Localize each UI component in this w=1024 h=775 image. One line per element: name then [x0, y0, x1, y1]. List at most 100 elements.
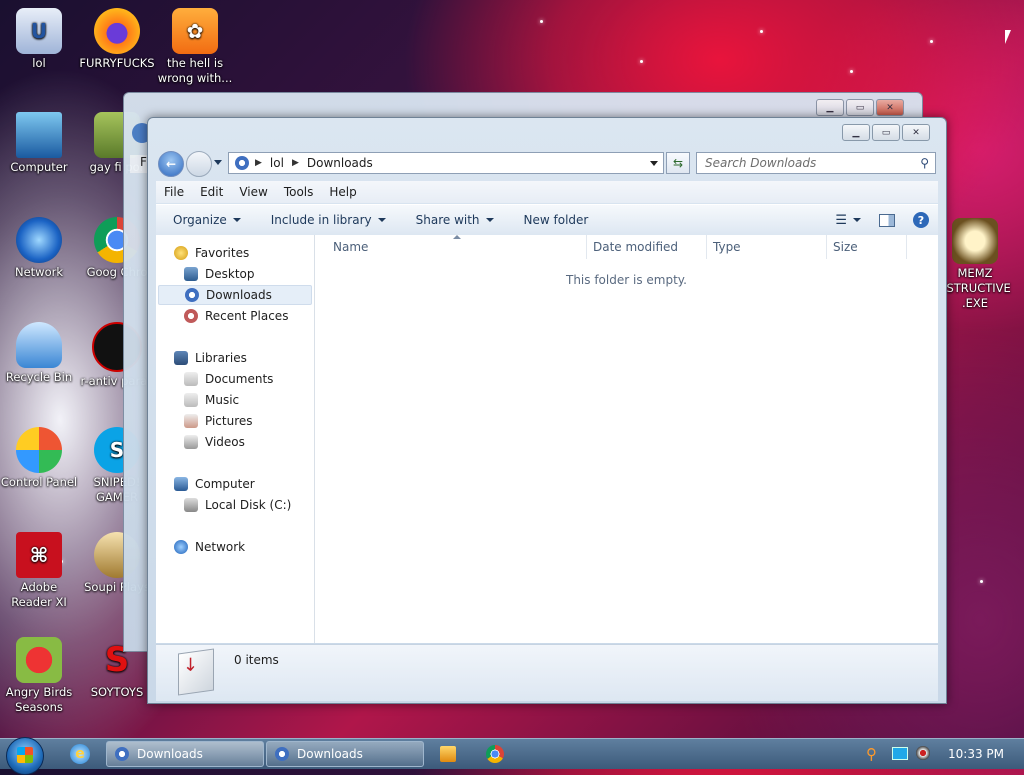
desktop-icon-angry-birds[interactable]: Angry Birds Seasons — [0, 637, 78, 715]
menu-help[interactable]: Help — [321, 185, 364, 199]
new-folder-label: New folder — [523, 213, 589, 227]
downloads-icon — [115, 747, 129, 761]
media-player-icon[interactable] — [440, 746, 456, 762]
start-button[interactable] — [6, 737, 44, 775]
search-input[interactable]: Search Downloads ⚲ — [696, 152, 936, 174]
view-list-icon: ☰ — [835, 212, 847, 228]
organize-button[interactable]: Organize — [164, 213, 250, 227]
help-button[interactable]: ? — [904, 212, 938, 228]
desktop-icon-label: SOYTOYS — [90, 685, 144, 699]
search-placeholder: Search Downloads — [705, 156, 817, 170]
menu-file[interactable]: File — [156, 185, 192, 199]
breadcrumb-downloads[interactable]: Downloads — [307, 156, 373, 170]
nav-label: Downloads — [206, 288, 272, 302]
network-icon — [174, 540, 188, 554]
taskbar-button-downloads-2[interactable]: Downloads — [266, 741, 424, 767]
search-icon[interactable]: ⚲ — [920, 156, 929, 170]
nav-computer[interactable]: Computer — [174, 474, 328, 494]
close-button[interactable]: ✕ — [902, 124, 930, 141]
desktop-icon-recycle-bin[interactable]: Recycle Bin — [0, 322, 78, 385]
music-icon — [184, 393, 198, 407]
taskbar-button-label: Downloads — [137, 747, 203, 761]
column-header-name[interactable]: Name — [315, 235, 587, 259]
refresh-icon: ⇆ — [672, 156, 684, 170]
forward-button[interactable] — [186, 151, 212, 177]
nav-libraries[interactable]: Libraries — [174, 348, 328, 368]
explorer-window[interactable]: ▁ ▭ ✕ ← ▶ lol ▶ Downloads ⇆ Search Downl… — [147, 117, 947, 704]
desktop-icon-label: Computer — [10, 160, 68, 174]
desktop-icon-label: the hell is wrong with... — [157, 56, 233, 85]
maximize-icon[interactable]: ▭ — [846, 99, 874, 116]
menu-view[interactable]: View — [231, 185, 275, 199]
preview-pane-button[interactable] — [870, 213, 904, 227]
address-bar[interactable]: ▶ lol ▶ Downloads — [228, 152, 664, 174]
column-label: Type — [713, 240, 741, 254]
mouse-cursor-icon — [1005, 30, 1011, 44]
antivirus-tray-icon[interactable] — [916, 746, 930, 760]
desktop-icon-lol[interactable]: U lol — [0, 8, 78, 71]
control-panel-icon — [16, 427, 62, 473]
menu-bar: File Edit View Tools Help — [156, 181, 938, 203]
details-pane: ↓ 0 items — [156, 644, 938, 701]
wallpaper-star — [930, 40, 933, 43]
squirrel-icon: ✿ — [172, 8, 218, 54]
taskbar-button-downloads-1[interactable]: Downloads — [106, 741, 264, 767]
chevron-down-icon — [377, 218, 386, 222]
desktop-icon-furryfucks[interactable]: FURRYFUCKS — [78, 8, 156, 71]
pdf-icon: ⌘ — [16, 532, 62, 578]
nav-label: Documents — [205, 372, 274, 386]
back-button[interactable]: ← — [158, 151, 184, 177]
nav-favorites[interactable]: Favorites — [174, 243, 328, 263]
close-icon[interactable]: ✕ — [876, 99, 904, 116]
column-header-size[interactable]: Size — [827, 235, 907, 259]
desktop-icon-adobe-reader[interactable]: ⌘ Adobe Reader XI — [0, 532, 78, 610]
search-tray-icon[interactable]: ⚲ — [866, 745, 877, 763]
new-folder-button[interactable]: New folder — [515, 213, 598, 227]
chevron-down-icon — [485, 218, 494, 222]
desktop-icon-network[interactable]: Network — [0, 217, 78, 280]
angry-birds-icon — [16, 637, 62, 683]
videos-icon — [184, 435, 198, 449]
breadcrumb-separator-icon: ▶ — [255, 158, 262, 168]
menu-tools[interactable]: Tools — [276, 185, 322, 199]
file-list[interactable]: Name Date modified Type Size This folder… — [315, 235, 938, 643]
nav-downloads[interactable]: Downloads — [158, 285, 312, 305]
address-dropdown-icon[interactable] — [650, 160, 658, 166]
column-header-date-modified[interactable]: Date modified — [587, 235, 707, 259]
desktop-icon-control-panel[interactable]: Control Panel — [0, 427, 78, 490]
menu-edit[interactable]: Edit — [192, 185, 231, 199]
desktop-icon-computer[interactable]: Computer — [0, 112, 78, 175]
change-view-button[interactable]: ☰ — [826, 213, 870, 228]
nav-network[interactable]: Network — [174, 537, 328, 557]
recycle-bag-icon: U — [16, 8, 62, 54]
downloads-icon — [185, 288, 199, 302]
down-arrow-icon: ↓ — [183, 653, 199, 677]
chrome-icon[interactable] — [486, 745, 504, 763]
nav-label: Pictures — [205, 414, 253, 428]
breadcrumb-lol[interactable]: lol — [270, 156, 284, 170]
minimize-icon[interactable]: ▁ — [816, 99, 844, 116]
refresh-button[interactable]: ⇆ — [666, 152, 690, 174]
minimize-button[interactable]: ▁ — [842, 124, 870, 141]
desktop-icon-memz[interactable]: MEMZ ESTRUCTIVE .EXE — [936, 218, 1014, 311]
wallpaper-star — [760, 30, 763, 33]
share-with-button[interactable]: Share with — [407, 213, 503, 227]
caption-buttons: ▁ ▭ ✕ — [842, 124, 930, 141]
recent-pages-dropdown-icon[interactable] — [214, 160, 222, 165]
taskbar-button-label: Downloads — [297, 747, 363, 761]
internet-explorer-icon[interactable]: e — [70, 744, 90, 764]
nav-label: Music — [205, 393, 240, 407]
column-label: Date modified — [593, 240, 679, 254]
hard-drive-icon — [184, 498, 198, 512]
chevron-down-icon — [232, 218, 241, 222]
nav-label: Desktop — [205, 267, 255, 281]
clock[interactable]: 10:33 PM — [948, 747, 1004, 761]
desktop-icon-label: lol — [32, 56, 46, 70]
column-header-type[interactable]: Type — [707, 235, 827, 259]
display-tray-icon[interactable] — [892, 747, 908, 760]
include-in-library-button[interactable]: Include in library — [262, 213, 395, 227]
maximize-button[interactable]: ▭ — [872, 124, 900, 141]
desktop-icon-uc-browser[interactable]: ✿ the hell is wrong with... — [156, 8, 234, 86]
globe-icon — [16, 217, 62, 263]
empty-folder-message: This folder is empty. — [566, 273, 687, 287]
